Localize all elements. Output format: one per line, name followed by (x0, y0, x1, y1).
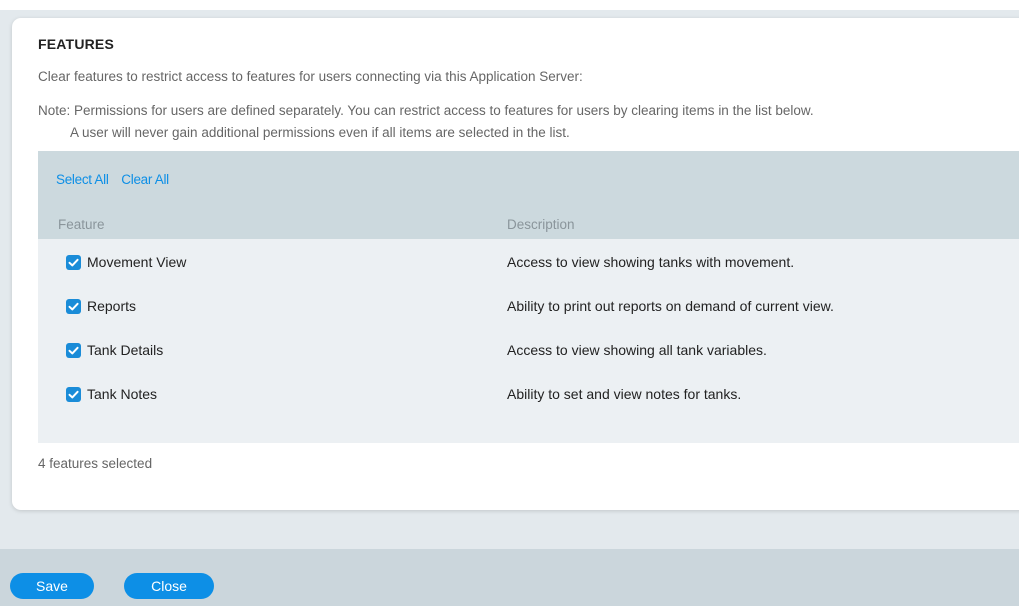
features-card: FEATURES Clear features to restrict acce… (12, 18, 1019, 510)
feature-row-reports[interactable]: Reports Ability to print out reports on … (38, 283, 1019, 327)
save-button[interactable]: Save (10, 573, 94, 599)
checkbox-reports[interactable] (66, 299, 81, 314)
checkbox-tank-notes[interactable] (66, 387, 81, 402)
feature-list: Movement View Access to view showing tan… (38, 239, 1019, 443)
feature-description: Ability to set and view notes for tanks. (507, 386, 742, 402)
select-all-link[interactable]: Select All (56, 172, 109, 187)
intro-text: Clear features to restrict access to fea… (38, 69, 583, 84)
checkmark-icon (68, 390, 79, 399)
selected-count: 4 features selected (38, 456, 153, 471)
column-header-feature: Feature (58, 217, 105, 232)
clear-all-link[interactable]: Clear All (121, 172, 169, 187)
selection-links: Select All Clear All (56, 172, 178, 187)
feature-description: Access to view showing all tank variable… (507, 342, 767, 358)
feature-description: Access to view showing tanks with moveme… (507, 254, 795, 270)
top-strip (0, 0, 1019, 10)
checkmark-icon (68, 346, 79, 355)
feature-row-tank-details[interactable]: Tank Details Access to view showing all … (38, 327, 1019, 371)
checkbox-tank-details[interactable] (66, 343, 81, 358)
feature-row-movement-view[interactable]: Movement View Access to view showing tan… (38, 239, 1019, 283)
feature-name: Tank Notes (87, 386, 158, 402)
checkmark-icon (68, 302, 79, 311)
column-header-description: Description (507, 217, 575, 232)
feature-name: Tank Details (87, 342, 164, 358)
checkbox-movement-view[interactable] (66, 255, 81, 270)
features-panel: Select All Clear All Feature Description… (38, 151, 1019, 443)
feature-name: Reports (87, 298, 137, 314)
checkmark-icon (68, 258, 79, 267)
note-line-1: Note: Permissions for users are defined … (38, 103, 814, 118)
feature-row-tank-notes[interactable]: Tank Notes Ability to set and view notes… (38, 371, 1019, 415)
section-heading: FEATURES (38, 36, 115, 52)
note-line-2: A user will never gain additional permis… (70, 125, 570, 140)
close-button[interactable]: Close (124, 573, 214, 599)
feature-name: Movement View (87, 254, 187, 270)
feature-description: Ability to print out reports on demand o… (507, 298, 834, 314)
